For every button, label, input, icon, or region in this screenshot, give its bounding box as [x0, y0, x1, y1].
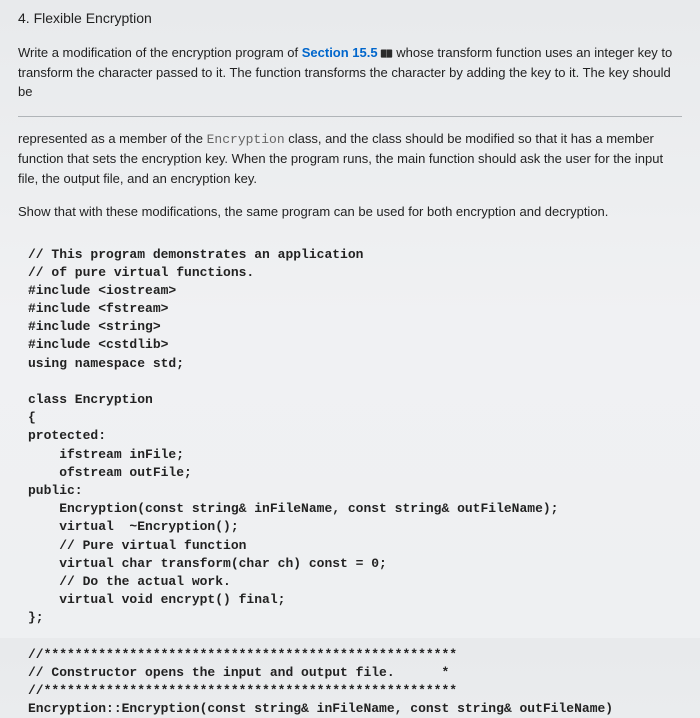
- question-title: 4. Flexible Encryption: [18, 8, 682, 29]
- paragraph-2: represented as a member of the Encryptio…: [18, 129, 682, 189]
- divider: [18, 116, 682, 117]
- book-icon: [380, 48, 393, 59]
- section-link-text: Section 15.5: [302, 45, 378, 60]
- intro-paragraph: Write a modification of the encryption p…: [18, 43, 682, 102]
- intro-prefix: Write a modification of the encryption p…: [18, 45, 302, 60]
- section-link[interactable]: Section 15.5: [302, 45, 393, 60]
- paragraph-3: Show that with these modifications, the …: [18, 202, 682, 222]
- code-block: // This program demonstrates an applicat…: [28, 246, 682, 718]
- para2-a: represented as a member of the: [18, 131, 207, 146]
- encryption-inline-code: Encryption: [207, 132, 285, 147]
